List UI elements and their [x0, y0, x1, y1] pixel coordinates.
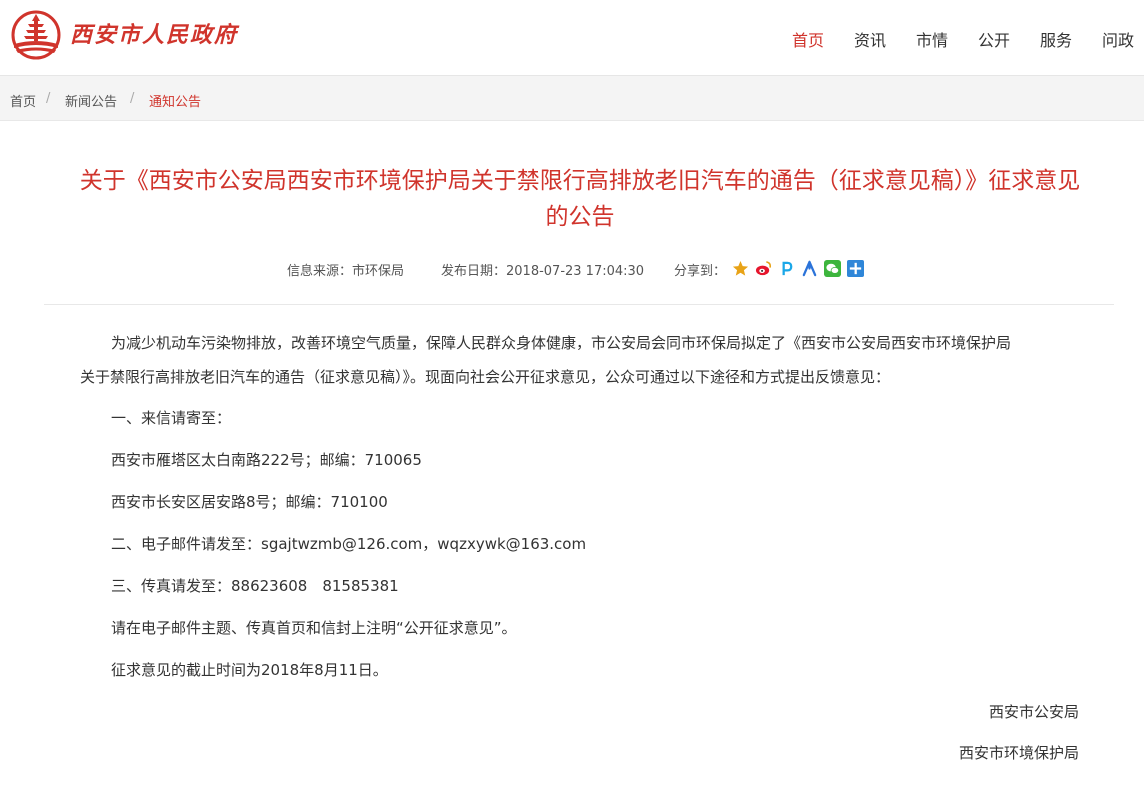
- body-paragraph: 征求意见的截止时间为2018年8月11日。: [111, 661, 388, 679]
- nav-public[interactable]: 公开: [978, 27, 1010, 51]
- body-paragraph: 关于禁限行高排放老旧汽车的通告（征求意见稿）》。现面向社会公开征求意见，公众可通…: [80, 368, 891, 386]
- nav-city-info[interactable]: 市情: [916, 27, 948, 51]
- article-title-line: 关于《西安市公安局西安市环境保护局关于禁限行高排放老旧汽车的通告（征求意见稿）》…: [79, 168, 1081, 194]
- share-label: 分享到：: [674, 264, 727, 279]
- article-source: 信息来源：市环保局: [287, 264, 405, 279]
- wechat-icon[interactable]: [824, 260, 841, 277]
- article-title-line: 的公告: [545, 204, 615, 230]
- renren-icon[interactable]: [801, 260, 818, 277]
- pagoda-logo-icon[interactable]: [8, 8, 64, 60]
- breadcrumb: 首页 / 新闻公告 / 通知公告: [0, 76, 1144, 121]
- body-paragraph: 西安市雁塔区太白南路222号；邮编：710065: [111, 451, 422, 469]
- site-header: 西安市人民政府 首页 资讯 市情 公开 服务 问政: [0, 0, 1144, 76]
- nav-home[interactable]: 首页: [792, 27, 824, 51]
- body-paragraph: 西安市长安区居安路8号；邮编：710100: [111, 493, 388, 511]
- weibo-icon[interactable]: [755, 260, 772, 277]
- body-paragraph: 一、来信请寄至：: [111, 409, 232, 427]
- body-paragraph: 三、传真请发至：88623608 81585381: [111, 577, 399, 595]
- qzone-star-icon[interactable]: [732, 260, 749, 277]
- nav-inquiry[interactable]: 问政: [1102, 27, 1134, 51]
- breadcrumb-home[interactable]: 首页: [10, 91, 36, 110]
- article-title: 关于《西安市公安局西安市环境保护局关于禁限行高排放老旧汽车的通告（征求意见稿）》…: [40, 163, 1120, 235]
- signature-police: 西安市公安局: [988, 703, 1079, 721]
- body-paragraph: 二、电子邮件请发至：sgajtwzmb@126.com，wqzxywk@163.…: [111, 535, 587, 553]
- breadcrumb-separator: /: [130, 91, 135, 106]
- site-name[interactable]: 西安市人民政府: [70, 17, 238, 49]
- nav-service[interactable]: 服务: [1040, 27, 1072, 51]
- breadcrumb-news[interactable]: 新闻公告: [65, 91, 117, 110]
- body-paragraph: 为减少机动车污染物排放，改善环境空气质量，保障人民群众身体健康，市公安局会同市环…: [111, 334, 1012, 352]
- nav-news[interactable]: 资讯: [854, 27, 886, 51]
- body-paragraph: 请在电子邮件主题、传真首页和信封上注明“公开征求意见”。: [111, 619, 517, 637]
- more-plus-icon[interactable]: [847, 260, 864, 277]
- article-date: 发布日期：2018-07-23 17:04:30: [441, 264, 645, 279]
- breadcrumb-separator: /: [46, 91, 51, 106]
- pengyou-icon[interactable]: [778, 260, 795, 277]
- signature-environment: 西安市环境保护局: [958, 744, 1079, 762]
- breadcrumb-current[interactable]: 通知公告: [149, 91, 201, 110]
- content-divider: [44, 304, 1114, 305]
